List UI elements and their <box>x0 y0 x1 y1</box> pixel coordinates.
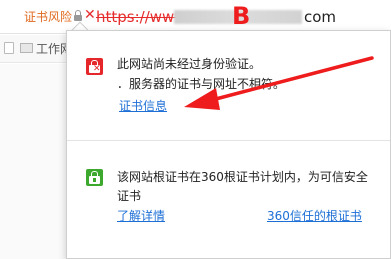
unverified-message: 此网站尚未经过身份验证。 <box>117 57 262 71</box>
certificate-warning-label[interactable]: 证书风险 <box>24 10 72 24</box>
security-info-popup: ✕ 此网站尚未经过身份验证。 ．服务器的证书与网址不相符。 证书信息 该网站根证… <box>66 30 391 259</box>
insecure-x-icon: ✕ <box>84 7 96 23</box>
trusted-lock-icon <box>86 169 103 186</box>
divider <box>67 140 390 141</box>
annotation-letter: B <box>232 2 251 30</box>
address-bar[interactable]: 证书风险 ✕ https://www. com B <box>0 0 391 34</box>
unverified-lock-icon: ✕ <box>86 58 103 75</box>
folder-icon[interactable] <box>20 43 33 53</box>
cert-mismatch-message: ．服务器的证书与网址不相符。 <box>117 77 286 91</box>
certificate-info-link[interactable]: 证书信息 <box>119 99 167 113</box>
bookmark-page-icon[interactable] <box>4 42 14 54</box>
url-suffix: com <box>304 8 337 26</box>
lock-icon[interactable] <box>74 10 82 21</box>
trusted-root-message: 该网站根证书在360根证书计划内，为可信安全证书 <box>117 170 368 203</box>
learn-more-link[interactable]: 了解详情 <box>117 209 165 223</box>
trusted-root-certs-link[interactable]: 360信任的根证书 <box>267 209 362 223</box>
